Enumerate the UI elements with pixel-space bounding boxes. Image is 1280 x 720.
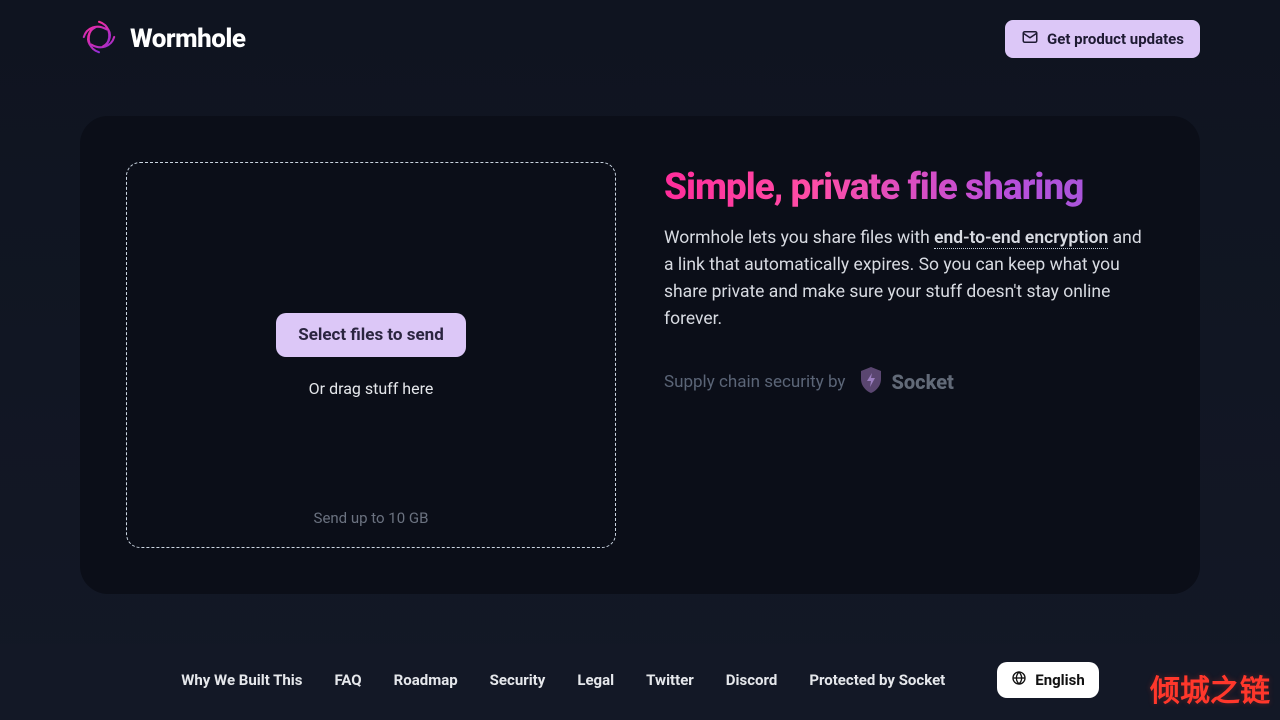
socket-prefix: Supply chain security by bbox=[664, 372, 845, 392]
page-heading: Simple, private file sharing bbox=[664, 166, 1154, 209]
language-button[interactable]: English bbox=[997, 662, 1098, 698]
logo-swirl-icon bbox=[80, 18, 118, 60]
brand-name: Wormhole bbox=[130, 24, 245, 54]
mail-icon bbox=[1021, 28, 1039, 50]
footer-link-twitter[interactable]: Twitter bbox=[646, 671, 694, 689]
file-dropzone[interactable]: Select files to send Or drag stuff here … bbox=[126, 162, 616, 548]
footer-link-discord[interactable]: Discord bbox=[726, 671, 778, 689]
watermark: 倾城之链 bbox=[1150, 666, 1270, 710]
socket-attribution[interactable]: Supply chain security by Socket bbox=[664, 366, 1154, 399]
e2e-encryption-link[interactable]: end-to-end encryption bbox=[934, 228, 1108, 249]
footer-link-security[interactable]: Security bbox=[490, 671, 546, 689]
footer-link-faq[interactable]: FAQ bbox=[334, 671, 361, 689]
shield-icon bbox=[859, 366, 883, 399]
size-limit: Send up to 10 GB bbox=[127, 509, 615, 527]
select-files-button[interactable]: Select files to send bbox=[276, 313, 466, 357]
drag-hint: Or drag stuff here bbox=[309, 379, 434, 398]
socket-name: Socket bbox=[891, 370, 953, 394]
desc-pre: Wormhole lets you share files with bbox=[664, 228, 934, 248]
footer-link-socket[interactable]: Protected by Socket bbox=[809, 671, 945, 689]
get-updates-label: Get product updates bbox=[1047, 30, 1184, 48]
footer-link-why[interactable]: Why We Built This bbox=[181, 671, 302, 689]
globe-icon bbox=[1011, 670, 1027, 690]
description: Wormhole lets you share files with end-t… bbox=[664, 225, 1154, 334]
footer-link-roadmap[interactable]: Roadmap bbox=[394, 671, 458, 689]
select-files-label: Select files to send bbox=[298, 325, 444, 345]
brand[interactable]: Wormhole bbox=[80, 18, 245, 60]
info-column: Simple, private file sharing Wormhole le… bbox=[664, 162, 1154, 548]
footer: Why We Built This FAQ Roadmap Security L… bbox=[0, 644, 1280, 720]
get-updates-button[interactable]: Get product updates bbox=[1005, 20, 1200, 58]
main-panel: Select files to send Or drag stuff here … bbox=[80, 116, 1200, 594]
language-label: English bbox=[1035, 671, 1084, 689]
footer-link-legal[interactable]: Legal bbox=[577, 671, 614, 689]
